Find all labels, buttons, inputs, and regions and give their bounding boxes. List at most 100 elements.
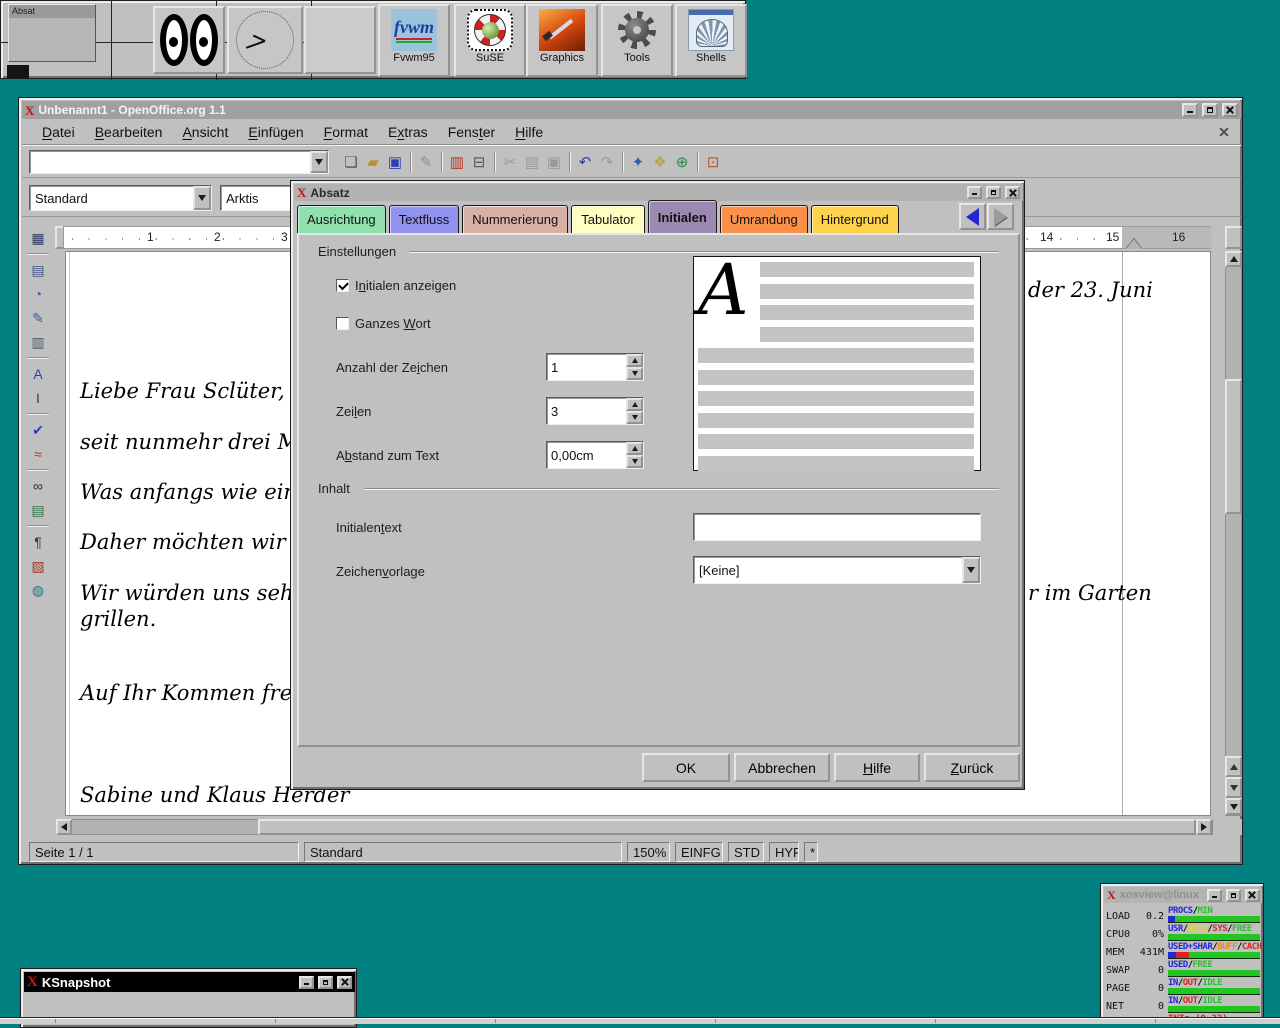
scroll-down-button[interactable] [1225,798,1242,815]
paragraph-style-combobox[interactable]: Standard [29,185,212,211]
menu-fenster[interactable]: Fenster [438,122,505,142]
resize-grip[interactable] [1215,819,1242,835]
gallery-icon[interactable]: ❖ [649,151,671,173]
tab-textfluss[interactable]: Textfluss [389,205,460,233]
insert-table-icon[interactable]: ▦ [25,226,51,250]
launcher-graphics[interactable]: Graphics [526,4,598,77]
tab-nummerierung[interactable]: Nummerierung [462,205,568,233]
insert-frame-icon[interactable]: ▤ [25,258,51,282]
vertical-scroll-thumb[interactable] [1225,379,1242,514]
distance-value[interactable]: 0,00cm [547,442,626,468]
url-value[interactable] [30,151,310,173]
tab-hintergrund[interactable]: Hintergrund [811,205,899,233]
status-cell-3[interactable]: EINFG [675,842,723,862]
ok-button[interactable]: OK [642,753,730,782]
whole-word-checkbox[interactable] [336,317,349,330]
menu-format[interactable]: Format [314,122,378,142]
openoffice-titlebar[interactable]: X Unbenannt1 - OpenOffice.org 1.1 [22,101,1241,119]
url-combobox[interactable] [29,150,329,174]
dropcap-text-input[interactable] [693,513,981,541]
spin-up-button[interactable] [626,398,643,411]
undo-icon[interactable]: ↶ [574,151,596,173]
close-button[interactable] [337,976,352,989]
maximize-button[interactable] [1226,889,1241,902]
minimize-button[interactable] [1207,889,1222,902]
num-chars-spinner[interactable]: 1 [546,353,644,381]
direct-cursor-icon[interactable]: I [25,386,51,410]
spin-down-button[interactable] [626,455,643,468]
pager-mini-window[interactable]: Absat [8,4,96,62]
gallery-theme-icon[interactable]: ⊡ [702,151,724,173]
launcher-suse[interactable]: SuSE [454,4,526,77]
next-tab-button[interactable] [987,203,1014,230]
form-functions-icon[interactable]: ▥ [25,330,51,354]
right-indent-marker[interactable] [1126,239,1142,249]
menu-bearbeiten[interactable]: Bearbeiten [85,122,173,142]
maximize-button[interactable] [1202,103,1218,117]
nonprinting-chars-icon[interactable]: ¶ [25,530,51,554]
status-cell-2[interactable]: 150% [627,842,670,862]
print-icon[interactable]: ⊟ [468,151,490,173]
dropcap-text-value[interactable] [694,514,980,540]
launcher-tools[interactable]: Tools [601,4,673,77]
status-cell-6[interactable]: * [804,842,818,862]
launcher-fvwm95[interactable]: fvwmFvwm95 [378,4,450,77]
find-icon[interactable]: ∞ [25,474,51,498]
menu-datei[interactable]: Datei [32,122,85,142]
close-document-icon[interactable] [1218,126,1230,138]
menu-extras[interactable]: Extras [378,122,438,142]
scrollbar-corner-button[interactable] [1225,226,1242,249]
url-dropdown-button[interactable] [310,151,328,173]
new-document-icon[interactable]: ❏ [340,151,362,173]
maximize-button[interactable] [318,976,333,989]
maximize-button[interactable] [986,186,1001,199]
tab-umrandung[interactable]: Umrandung [720,205,808,233]
paste-icon[interactable]: ▣ [543,151,565,173]
minimize-button[interactable] [299,976,314,989]
launcher-shells[interactable]: Shells [675,4,747,77]
bottom-taskbar-edge[interactable] [0,1017,1280,1024]
back-button[interactable]: Zurück [924,753,1020,782]
ksnapshot-titlebar[interactable]: X KSnapshot [24,972,355,992]
online-layout-icon[interactable]: ◍ [25,578,51,602]
next-page-button[interactable] [1225,777,1242,798]
spin-up-button[interactable] [626,354,643,367]
tab-ausrichtung[interactable]: Ausrichtung [297,205,386,233]
paragraph-style-value[interactable]: Standard [30,186,193,210]
menu-einfügen[interactable]: Einfügen [238,122,313,142]
draw-functions-icon[interactable]: ✎ [25,306,51,330]
redo-icon[interactable]: ↷ [596,151,618,173]
autospellcheck-icon[interactable]: ≈ [25,442,51,466]
spin-up-button[interactable] [626,442,643,455]
char-style-dropdown-button[interactable] [962,557,980,583]
insert-object-icon[interactable]: ◔ [25,282,51,306]
scroll-up-button[interactable] [1225,251,1242,267]
open-icon[interactable]: ▰ [362,151,384,173]
status-cell-5[interactable]: HYP [769,842,799,862]
minimize-button[interactable] [967,186,982,199]
cut-icon[interactable]: ✂ [499,151,521,173]
char-style-combobox[interactable]: [Keine] [693,556,981,584]
save-icon[interactable]: ▣ [384,151,406,173]
lines-spinner[interactable]: 3 [546,397,644,425]
close-button[interactable] [1222,103,1238,117]
menu-hilfe[interactable]: Hilfe [505,122,553,142]
dialog-titlebar[interactable]: X Absatz [294,184,1023,201]
tab-tabulator[interactable]: Tabulator [571,205,644,233]
horizontal-scroll-thumb[interactable] [258,819,1196,835]
edit-file-icon[interactable]: ✎ [415,151,437,173]
show-initials-checkbox[interactable] [336,279,349,292]
spin-down-button[interactable] [626,367,643,380]
data-sources-icon[interactable]: ▤ [25,498,51,522]
tab-initialen[interactable]: Initialen [648,200,717,233]
pager-iconified-window[interactable] [7,65,29,78]
distance-spinner[interactable]: 0,00cm [546,441,644,469]
char-style-value[interactable]: [Keine] [694,557,962,583]
hyperlink-icon[interactable]: ⊕ [671,151,693,173]
whole-word-label[interactable]: Ganzes Wort [355,316,431,331]
previous-page-button[interactable] [1225,756,1242,777]
previous-tab-button[interactable] [959,203,986,230]
num-chars-value[interactable]: 1 [547,354,626,380]
spin-down-button[interactable] [626,411,643,424]
status-cell-1[interactable]: Standard [304,842,622,862]
